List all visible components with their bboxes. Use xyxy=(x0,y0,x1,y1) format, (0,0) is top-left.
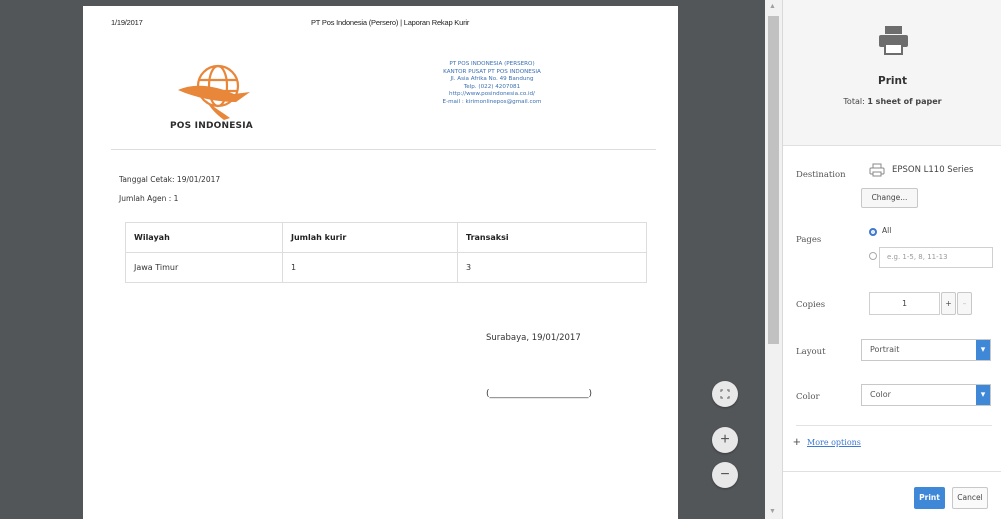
chevron-down-icon: ▾ xyxy=(976,340,990,360)
color-select-value: Color xyxy=(870,390,891,399)
signature-city-date: Surabaya, 19/01/2017 xyxy=(486,333,581,343)
copies-label: Copies xyxy=(796,300,826,310)
total-sheets: Total: 1 sheet of paper xyxy=(843,97,942,106)
page-header-title: PT Pos Indonesia (Persero) | Laporan Rek… xyxy=(311,18,470,27)
pages-custom-radio[interactable] xyxy=(869,252,877,260)
zoom-in-button[interactable]: + xyxy=(712,427,738,453)
fit-to-page-icon xyxy=(720,389,730,399)
column-header: Jumlah kurir xyxy=(282,222,458,253)
copies-input[interactable]: 1 xyxy=(869,292,940,315)
scrollbar-thumb[interactable] xyxy=(768,16,779,344)
print-button[interactable]: Print xyxy=(914,487,945,509)
layout-select[interactable]: Portrait ▾ xyxy=(861,339,991,361)
tanggal-cetak: Tanggal Cetak: 19/01/2017 xyxy=(119,175,221,184)
printer-icon xyxy=(879,26,908,55)
table-row: Jawa Timur 1 3 xyxy=(125,252,647,283)
column-header: Wilayah xyxy=(125,222,283,253)
zoom-out-button[interactable]: − xyxy=(712,462,738,488)
preview-scrollbar[interactable]: ▲ ▼ xyxy=(765,0,782,519)
scroll-up-arrow-icon[interactable]: ▲ xyxy=(769,3,776,10)
scroll-down-arrow-icon[interactable]: ▼ xyxy=(769,508,776,515)
layout-label: Layout xyxy=(796,347,826,357)
pages-label: Pages xyxy=(796,235,822,245)
table-cell: 1 xyxy=(282,252,458,283)
copies-increment-button[interactable]: + xyxy=(941,292,956,315)
chevron-down-icon: ▾ xyxy=(976,385,990,405)
print-settings-sidebar: Print Total: 1 sheet of paper Destinatio… xyxy=(782,0,1001,520)
more-options-link[interactable]: More options xyxy=(807,438,861,447)
jumlah-agen: Jumlah Agen : 1 xyxy=(119,194,179,203)
logo-text: POS INDONESIA xyxy=(170,121,253,131)
page-header-date: 1/19/2017 xyxy=(111,18,143,27)
print-summary-header: Print Total: 1 sheet of paper xyxy=(783,0,1001,146)
pages-all-label: All xyxy=(882,226,892,235)
header-divider xyxy=(111,149,656,150)
signature-line: (______________________) xyxy=(486,389,593,399)
options-divider xyxy=(796,425,992,426)
destination-label: Destination xyxy=(796,170,846,180)
color-select[interactable]: Color ▾ xyxy=(861,384,991,406)
pages-range-input[interactable]: e.g. 1-5, 8, 11-13 xyxy=(879,247,993,268)
rekap-table: Wilayah Jumlah kurir Transaksi Jawa Timu… xyxy=(125,222,647,283)
cancel-button[interactable]: Cancel xyxy=(952,487,988,509)
print-preview-area: 1/19/2017 PT Pos Indonesia (Persero) | L… xyxy=(0,0,765,519)
destination-printer-name: EPSON L110 Series xyxy=(892,165,974,175)
table-cell: 3 xyxy=(457,252,647,283)
preview-page: 1/19/2017 PT Pos Indonesia (Persero) | L… xyxy=(83,6,678,519)
layout-select-value: Portrait xyxy=(870,345,900,354)
copies-decrement-button[interactable]: – xyxy=(957,292,972,315)
printer-small-icon xyxy=(869,163,885,177)
plus-icon[interactable]: + xyxy=(793,434,801,449)
color-label: Color xyxy=(796,392,820,402)
table-header-row: Wilayah Jumlah kurir Transaksi xyxy=(125,222,647,253)
company-address: PT POS INDONESIA (PERSERO) KANTOR PUSAT … xyxy=(442,61,542,105)
column-header: Transaksi xyxy=(457,222,647,253)
change-destination-button[interactable]: Change... xyxy=(861,188,918,208)
print-title: Print xyxy=(878,75,907,87)
fit-to-page-button[interactable] xyxy=(712,381,738,407)
table-cell: Jawa Timur xyxy=(125,252,283,283)
pages-all-radio[interactable] xyxy=(869,228,877,236)
